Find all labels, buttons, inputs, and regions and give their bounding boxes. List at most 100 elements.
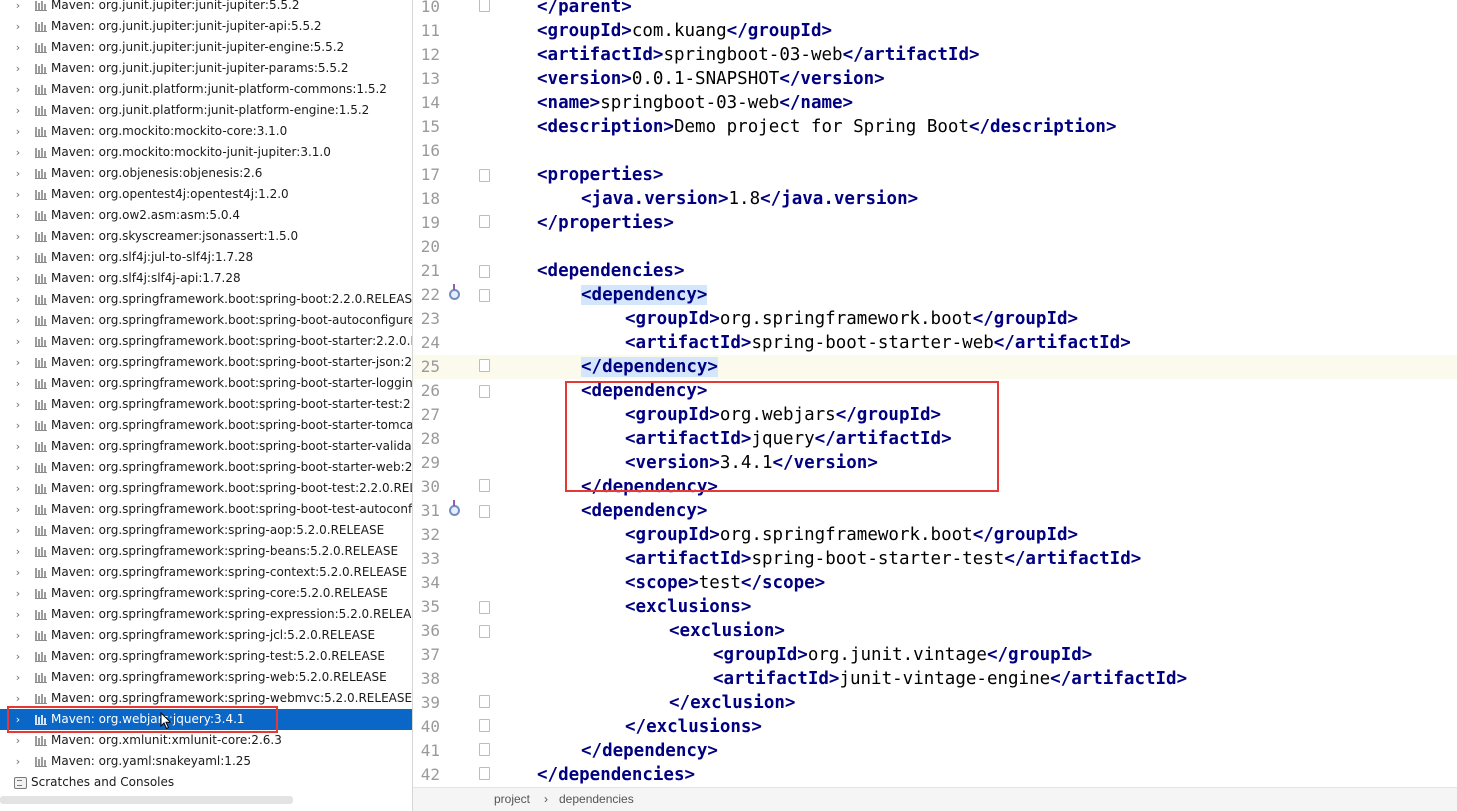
chevron-right-icon[interactable]: ›: [12, 499, 24, 520]
tree-item-library[interactable]: › Maven: org.springframework:spring-core:…: [0, 583, 412, 604]
code-line[interactable]: 33 <artifactId>spring-boot-starter-test</…: [413, 547, 1457, 571]
chevron-right-icon[interactable]: ›: [12, 226, 24, 247]
tree-item-library[interactable]: › Maven: org.springframework.boot:spring-…: [0, 499, 412, 520]
chevron-right-icon[interactable]: ›: [12, 415, 24, 436]
code-line[interactable]: 12 <artifactId>springboot-03-web</artifac…: [413, 43, 1457, 67]
chevron-right-icon[interactable]: ›: [12, 457, 24, 478]
chevron-right-icon[interactable]: ›: [12, 583, 24, 604]
breadcrumb-item[interactable]: dependencies: [559, 788, 634, 810]
tree-item-library[interactable]: › Maven: org.springframework:spring-conte…: [0, 562, 412, 583]
fold-end-icon[interactable]: [479, 215, 490, 228]
chevron-right-icon[interactable]: ›: [12, 79, 24, 100]
code-line[interactable]: 16: [413, 139, 1457, 163]
tree-item-library[interactable]: › Maven: org.springframework.boot:spring-…: [0, 457, 412, 478]
chevron-right-icon[interactable]: ›: [12, 163, 24, 184]
chevron-right-icon[interactable]: ›: [12, 562, 24, 583]
code-line[interactable]: 35 <exclusions>: [413, 595, 1457, 619]
fold-end-icon[interactable]: [479, 695, 490, 708]
code-line[interactable]: 36 <exclusion>: [413, 619, 1457, 643]
tree-item-library[interactable]: › Maven: org.springframework.boot:spring-…: [0, 478, 412, 499]
tree-item-library[interactable]: › Maven: org.mockito:mockito-core:3.1.0: [0, 121, 412, 142]
chevron-right-icon[interactable]: ›: [12, 310, 24, 331]
code-line[interactable]: 42 </dependencies>: [413, 763, 1457, 787]
fold-icon[interactable]: [479, 169, 490, 182]
tree-item-library[interactable]: › Maven: org.springframework:spring-aop:5…: [0, 520, 412, 541]
code-line[interactable]: 15 <description>Demo project for Spring B…: [413, 115, 1457, 139]
code-line[interactable]: 24 <artifactId>spring-boot-starter-web</a…: [413, 331, 1457, 355]
code-line[interactable]: 10 </parent>: [413, 0, 1457, 19]
chevron-right-icon[interactable]: ›: [12, 58, 24, 79]
tree-item-library[interactable]: › Maven: org.junit.jupiter:junit-jupiter:…: [0, 0, 412, 16]
fold-end-icon[interactable]: [479, 0, 490, 12]
tree-item-library[interactable]: › Maven: org.junit.jupiter:junit-jupiter-…: [0, 58, 412, 79]
tree-item-library[interactable]: › Maven: org.springframework.boot:spring-…: [0, 352, 412, 373]
chevron-right-icon[interactable]: ›: [12, 478, 24, 499]
code-line[interactable]: 31 <dependency>: [413, 499, 1457, 523]
code-line[interactable]: 14 <name>springboot-03-web</name>: [413, 91, 1457, 115]
chevron-right-icon[interactable]: ›: [12, 0, 24, 16]
code-line[interactable]: 13 <version>0.0.1-SNAPSHOT</version>: [413, 67, 1457, 91]
chevron-right-icon[interactable]: ›: [12, 625, 24, 646]
code-line[interactable]: 21 <dependencies>: [413, 259, 1457, 283]
tree-item-library[interactable]: › Maven: org.junit.platform:junit-platfor…: [0, 100, 412, 121]
tree-item-library[interactable]: › Maven: org.mockito:mockito-junit-jupite…: [0, 142, 412, 163]
chevron-right-icon[interactable]: ›: [12, 100, 24, 121]
fold-icon[interactable]: [479, 289, 490, 302]
chevron-right-icon[interactable]: ›: [12, 268, 24, 289]
implementation-marker-icon[interactable]: [449, 500, 460, 516]
tree-item-library[interactable]: › Maven: org.yaml:snakeyaml:1.25: [0, 751, 412, 772]
chevron-right-icon[interactable]: ›: [12, 16, 24, 37]
implementation-marker-icon[interactable]: [449, 284, 460, 300]
fold-end-icon[interactable]: [479, 479, 490, 492]
chevron-right-icon[interactable]: ›: [12, 541, 24, 562]
tree-item-library[interactable]: › Maven: org.springframework:spring-web:5…: [0, 667, 412, 688]
code-line[interactable]: 39 </exclusion>: [413, 691, 1457, 715]
tree-item-library[interactable]: › Maven: org.slf4j:jul-to-slf4j:1.7.28: [0, 247, 412, 268]
tree-item-library[interactable]: › Maven: org.springframework:spring-test:…: [0, 646, 412, 667]
tree-item-library[interactable]: › Maven: org.objenesis:objenesis:2.6: [0, 163, 412, 184]
breadcrumb-item[interactable]: project: [494, 788, 530, 810]
fold-icon[interactable]: [479, 625, 490, 638]
fold-icon[interactable]: [479, 601, 490, 614]
fold-end-icon[interactable]: [479, 359, 490, 372]
chevron-right-icon[interactable]: ›: [12, 352, 24, 373]
tree-item-library[interactable]: › Maven: org.springframework.boot:spring-…: [0, 394, 412, 415]
chevron-right-icon[interactable]: ›: [12, 37, 24, 58]
tree-item-library[interactable]: › Maven: org.junit.platform:junit-platfor…: [0, 79, 412, 100]
chevron-right-icon[interactable]: ›: [12, 184, 24, 205]
code-line[interactable]: 38 <artifactId>junit-vintage-engine</arti…: [413, 667, 1457, 691]
fold-end-icon[interactable]: [479, 719, 490, 732]
tree-item-library[interactable]: › Maven: org.springframework.boot:spring-…: [0, 373, 412, 394]
chevron-right-icon[interactable]: ›: [12, 520, 24, 541]
tree-item-library[interactable]: › Maven: org.springframework:spring-expre…: [0, 604, 412, 625]
tree-item-library[interactable]: › Maven: org.springframework.boot:spring-…: [0, 436, 412, 457]
fold-icon[interactable]: [479, 265, 490, 278]
tree-item-library[interactable]: › Maven: org.junit.jupiter:junit-jupiter-…: [0, 37, 412, 58]
chevron-right-icon[interactable]: ›: [12, 205, 24, 226]
tree-item-library[interactable]: › Maven: org.slf4j:slf4j-api:1.7.28: [0, 268, 412, 289]
tree-item-scratches[interactable]: Scratches and Consoles: [0, 772, 412, 793]
code-line[interactable]: 19 </properties>: [413, 211, 1457, 235]
code-line[interactable]: 23 <groupId>org.springframework.boot</gro…: [413, 307, 1457, 331]
tree-item-library[interactable]: › Maven: org.skyscreamer:jsonassert:1.5.0: [0, 226, 412, 247]
code-line[interactable]: 25 </dependency>: [413, 355, 1457, 379]
code-line[interactable]: 41 </dependency>: [413, 739, 1457, 763]
fold-end-icon[interactable]: [479, 767, 490, 780]
code-line[interactable]: 18 <java.version>1.8</java.version>: [413, 187, 1457, 211]
fold-icon[interactable]: [479, 505, 490, 518]
chevron-right-icon[interactable]: ›: [12, 373, 24, 394]
code-line[interactable]: 20: [413, 235, 1457, 259]
chevron-right-icon[interactable]: ›: [12, 394, 24, 415]
chevron-right-icon[interactable]: ›: [12, 142, 24, 163]
code-line[interactable]: 11 <groupId>com.kuang</groupId>: [413, 19, 1457, 43]
chevron-right-icon[interactable]: ›: [12, 289, 24, 310]
fold-end-icon[interactable]: [479, 743, 490, 756]
chevron-right-icon[interactable]: ›: [12, 331, 24, 352]
tree-item-library[interactable]: › Maven: org.opentest4j:opentest4j:1.2.0: [0, 184, 412, 205]
chevron-right-icon[interactable]: ›: [12, 751, 24, 772]
chevron-right-icon[interactable]: ›: [12, 646, 24, 667]
code-line[interactable]: 32 <groupId>org.springframework.boot</gro…: [413, 523, 1457, 547]
code-line[interactable]: 34 <scope>test</scope>: [413, 571, 1457, 595]
tree-item-library[interactable]: › Maven: org.springframework:spring-beans…: [0, 541, 412, 562]
fold-icon[interactable]: [479, 385, 490, 398]
